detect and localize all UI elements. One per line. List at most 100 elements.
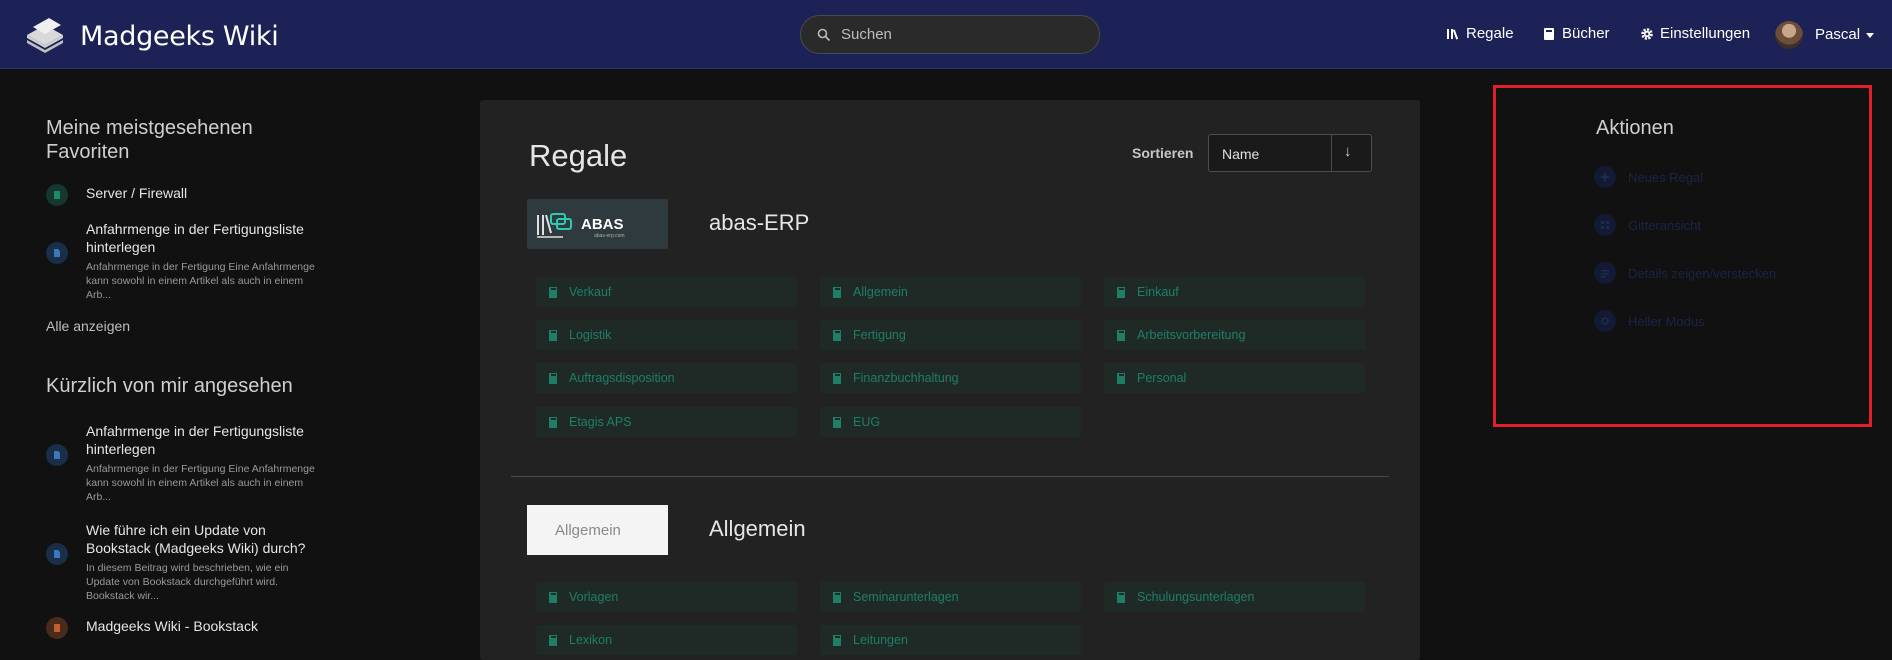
nav-books-label: Bücher: [1562, 25, 1610, 42]
shelf-divider: [511, 476, 1389, 477]
search-box[interactable]: [800, 15, 1100, 54]
abas-logo-text: ABAS: [581, 216, 624, 233]
book-icon: [833, 634, 841, 646]
shelf-icon: [46, 184, 68, 206]
book-icon: [833, 416, 841, 428]
left-sidebar: Meine meistgesehenen Favoriten Server / …: [46, 116, 316, 639]
book-item[interactable]: Leitungen: [820, 625, 1081, 655]
book-icon: [1117, 286, 1125, 298]
app-title[interactable]: Madgeeks Wiki: [80, 21, 279, 52]
logo-icon[interactable]: [23, 13, 67, 55]
sort-select[interactable]: Name ↓: [1208, 134, 1372, 172]
book-item[interactable]: Vorlagen: [536, 582, 797, 612]
recent-heading: Kürzlich von mir angesehen: [46, 375, 293, 397]
book-item[interactable]: Finanzbuchhaltung: [820, 363, 1081, 393]
shelf-name[interactable]: abas-ERP: [709, 210, 809, 236]
book-item[interactable]: Personal: [1104, 363, 1365, 393]
grid-view-label: Gitteransicht: [1628, 217, 1701, 233]
light-mode-label: Heller Modus: [1628, 313, 1705, 329]
toggle-details-action[interactable]: Details zeigen/verstecken: [1594, 262, 1776, 284]
sort-direction-button[interactable]: ↓: [1344, 143, 1352, 160]
book-icon: [549, 329, 557, 341]
list-item[interactable]: Anfahrmenge in der Fertigungsliste hinte…: [46, 220, 316, 302]
search-icon: [817, 28, 831, 42]
show-all-link[interactable]: Alle anzeigen: [46, 318, 316, 334]
book-icon: [549, 286, 557, 298]
book-icon: [833, 372, 841, 384]
shelf-image-allgemein[interactable]: Allgemein: [527, 505, 668, 555]
book-icon: [549, 416, 557, 428]
shelf-image-abas[interactable]: ABAS abas-erp.com: [527, 199, 668, 249]
book-item[interactable]: EUG: [820, 407, 1081, 437]
new-shelf-action[interactable]: Neues Regal: [1594, 166, 1703, 188]
sun-icon: [1594, 310, 1616, 332]
book-icon: [1117, 372, 1125, 384]
sort-divider: [1331, 135, 1332, 171]
favorites-heading: Meine meistgesehenen Favoriten: [46, 117, 253, 163]
page-title: Regale: [529, 138, 628, 173]
favorite-desc: Anfahrmenge in der Fertigung Eine Anfahr…: [86, 261, 315, 301]
new-shelf-label: Neues Regal: [1628, 169, 1704, 185]
book-item[interactable]: Logistik: [536, 320, 797, 350]
book-icon: [1117, 591, 1125, 603]
actions-highlight-box: [1493, 85, 1872, 427]
recent-title: Anfahrmenge in der Fertigungsliste hinte…: [86, 423, 304, 457]
toggle-details-label: Details zeigen/verstecken: [1628, 265, 1777, 281]
grid-icon: [1594, 214, 1616, 236]
book-item[interactable]: Lexikon: [536, 625, 797, 655]
gear-icon: [1641, 27, 1653, 40]
favorite-title: Anfahrmenge in der Fertigungsliste hinte…: [86, 221, 304, 255]
abas-logo-subtext: abas-erp.com: [594, 233, 625, 239]
grid-view-action[interactable]: Gitteransicht: [1594, 214, 1701, 236]
page-icon: [46, 543, 68, 565]
book-item[interactable]: Schulungsunterlagen: [1104, 582, 1365, 612]
chevron-down-icon[interactable]: [1866, 33, 1874, 38]
page-icon: [46, 242, 68, 264]
book-item[interactable]: Arbeitsvorbereitung: [1104, 320, 1365, 350]
book-item[interactable]: Einkauf: [1104, 277, 1365, 307]
book-icon: [833, 286, 841, 298]
details-icon: [1594, 262, 1616, 284]
list-item[interactable]: Wie führe ich ein Update von Bookstack (…: [46, 521, 316, 603]
allgemein-image-text: Allgemein: [555, 522, 621, 539]
book-icon: [549, 634, 557, 646]
nav-settings-label: Einstellungen: [1660, 25, 1751, 42]
sort-value[interactable]: Name: [1222, 146, 1259, 162]
shelves-panel: Regale Sortieren Name ↓ ABAS abas-erp.co…: [480, 100, 1420, 660]
nav-shelves[interactable]: Regale: [1446, 25, 1514, 42]
top-header: Madgeeks Wiki Regale Bücher Einstellunge…: [0, 0, 1892, 69]
book-item[interactable]: Seminarunterlagen: [820, 582, 1081, 612]
book-icon: [833, 329, 841, 341]
recent-desc: In diesem Beitrag wird beschrieben, wie …: [86, 562, 289, 602]
recent-title: Wie führe ich ein Update von Bookstack (…: [86, 522, 306, 556]
actions-heading: Aktionen: [1596, 117, 1674, 139]
book-item[interactable]: Fertigung: [820, 320, 1081, 350]
list-item[interactable]: Anfahrmenge in der Fertigungsliste hinte…: [46, 422, 316, 504]
user-name[interactable]: Pascal: [1815, 26, 1860, 43]
page-icon: [46, 444, 68, 466]
book-icon: [833, 591, 841, 603]
nav-shelves-label: Regale: [1466, 25, 1514, 42]
books-icon: [1544, 27, 1554, 40]
book-item[interactable]: Etagis APS: [536, 407, 797, 437]
book-item[interactable]: Auftragsdisposition: [536, 363, 797, 393]
sort-label: Sortieren: [1132, 145, 1194, 161]
favorite-title: Server / Firewall: [86, 185, 188, 201]
shelves-icon: [1447, 28, 1459, 40]
book-item[interactable]: Allgemein: [820, 277, 1081, 307]
book-icon: [1117, 329, 1125, 341]
book-icon: [46, 617, 68, 639]
book-item[interactable]: Verkauf: [536, 277, 797, 307]
nav-books[interactable]: Bücher: [1542, 25, 1610, 42]
light-mode-action[interactable]: Heller Modus: [1594, 310, 1705, 332]
avatar[interactable]: [1775, 21, 1803, 49]
list-item[interactable]: Server / Firewall: [46, 184, 316, 206]
nav-settings[interactable]: Einstellungen: [1640, 25, 1750, 42]
recent-desc: Anfahrmenge in der Fertigung Eine Anfahr…: [86, 463, 315, 503]
search-input[interactable]: [841, 16, 1091, 53]
recent-title: Madgeeks Wiki - Bookstack: [86, 618, 258, 634]
plus-icon: [1594, 166, 1616, 188]
shelf-name[interactable]: Allgemein: [709, 516, 806, 542]
abas-logo-icon: ABAS abas-erp.com: [537, 213, 625, 239]
list-item[interactable]: Madgeeks Wiki - Bookstack: [46, 617, 316, 639]
